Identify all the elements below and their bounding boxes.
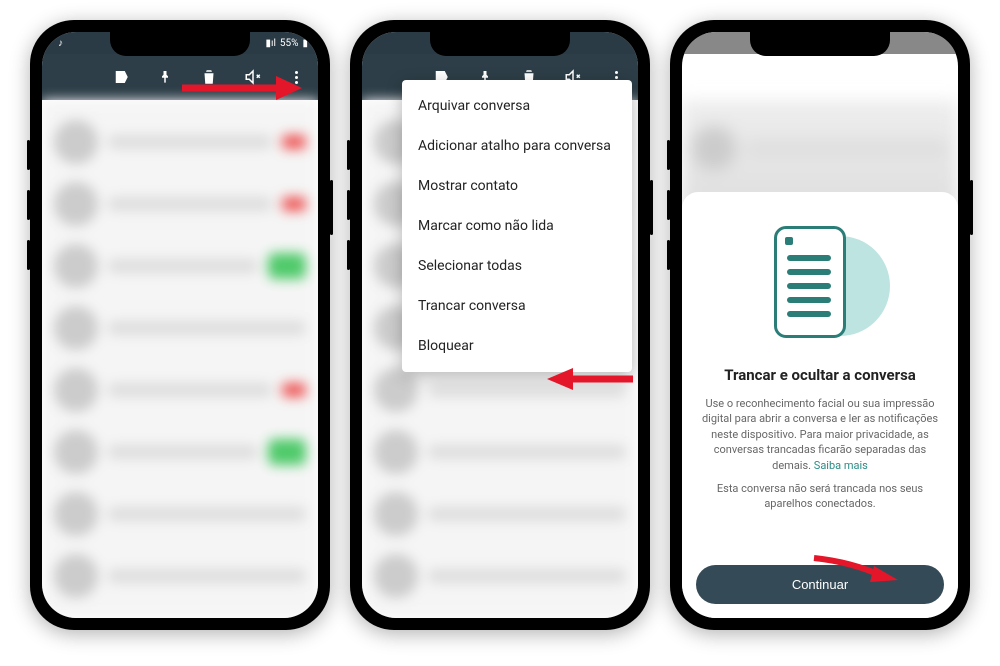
phone-frame-1: ♪ ▮ıl 55% ▮ [30,20,330,630]
pin-icon[interactable] [156,68,174,86]
label-icon[interactable] [112,68,130,86]
screen-2: Arquivar conversa Adicionar atalho para … [362,32,638,618]
battery-text: 55% [280,38,299,49]
menu-block[interactable]: Bloquear [402,326,632,366]
notch [110,30,250,56]
modal-body: Use o reconhecimento facial ou sua impre… [696,396,944,473]
lock-illustration [750,226,890,346]
menu-lock-chat[interactable]: Trancar conversa [402,286,632,326]
tutorial-arrow-1 [182,76,302,100]
menu-shortcut[interactable]: Adicionar atalho para conversa [402,126,632,166]
menu-select-all[interactable]: Selecionar todas [402,246,632,286]
phone-frame-2: Arquivar conversa Adicionar atalho para … [350,20,650,630]
battery-icon: ▮ [302,38,308,49]
menu-unread[interactable]: Marcar como não lida [402,206,632,246]
chat-list-blurred [42,100,318,618]
menu-contact[interactable]: Mostrar contato [402,166,632,206]
screen-3: Trancar e ocultar a conversa Use o recon… [682,32,958,618]
tiktok-icon: ♪ [58,38,63,49]
signal-icon: ▮ıl [265,38,275,49]
modal-note: Esta conversa não será trancada nos seus… [696,481,944,512]
notch [750,30,890,56]
phone-frame-3: Trancar e ocultar a conversa Use o recon… [670,20,970,630]
screen-1: ♪ ▮ıl 55% ▮ [42,32,318,618]
lock-chat-modal: Trancar e ocultar a conversa Use o recon… [682,192,958,618]
notch [430,30,570,56]
menu-archive[interactable]: Arquivar conversa [402,86,632,126]
modal-title: Trancar e ocultar a conversa [696,366,944,384]
tutorial-arrow-3 [812,556,898,582]
context-menu: Arquivar conversa Adicionar atalho para … [402,80,632,372]
learn-more-link[interactable]: Saiba mais [814,459,868,472]
tutorial-arrow-2 [547,368,633,390]
